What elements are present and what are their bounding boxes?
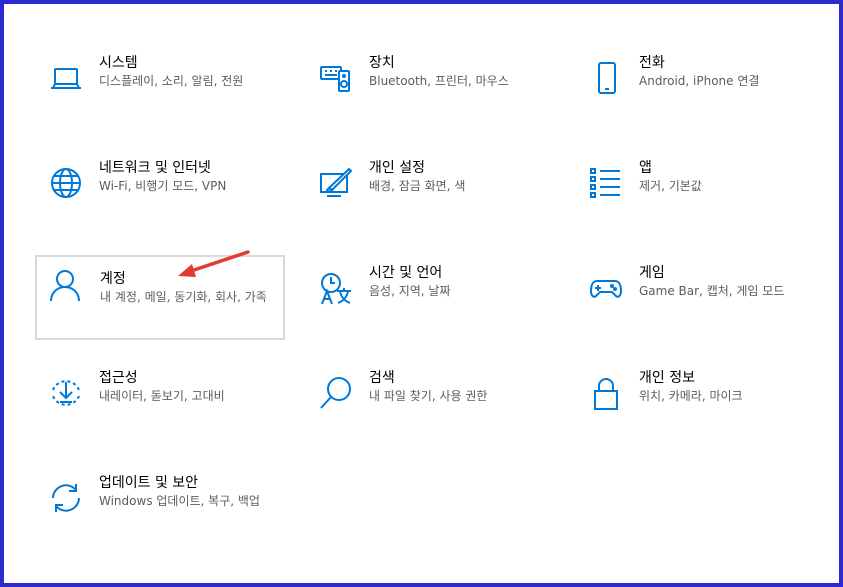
tile-devices[interactable]: 장치 Bluetooth, 프린터, 마우스 (306, 48, 556, 132)
tile-gaming[interactable]: 게임 Game Bar, 캡처, 게임 모드 (576, 258, 826, 342)
tile-description: 제거, 기본값 (639, 179, 702, 193)
annotation-arrow (178, 250, 250, 277)
tile-title: 전화 (639, 55, 665, 71)
tile-personalization[interactable]: 개인 설정 배경, 잠금 화면, 색 (306, 153, 556, 237)
tile-apps[interactable]: 앱 제거, 기본값 (576, 153, 826, 237)
tile-time-language[interactable]: 시간 및 언어 음성, 지역, 날짜 (306, 258, 556, 342)
tile-title: 개인 설정 (369, 160, 425, 176)
personalization-icon (319, 166, 353, 200)
tile-description: Game Bar, 캡처, 게임 모드 (639, 284, 785, 298)
tile-description: 내레이터, 돋보기, 고대비 (99, 389, 225, 403)
tile-network[interactable]: 네트워크 및 인터넷 Wi-Fi, 비행기 모드, VPN (36, 153, 286, 237)
apps-list-icon (589, 166, 623, 200)
person-icon (48, 268, 82, 302)
tile-update-security[interactable]: 업데이트 및 보안 Windows 업데이트, 복구, 백업 (36, 468, 286, 552)
globe-icon (49, 166, 83, 200)
tile-description: 배경, 잠금 화면, 색 (369, 179, 466, 193)
phone-icon (589, 61, 623, 95)
tile-description: 내 계정, 메일, 동기화, 회사, 가족 (100, 290, 267, 304)
search-icon (319, 376, 353, 410)
tile-description: 음성, 지역, 날짜 (369, 284, 451, 298)
tile-description: 디스플레이, 소리, 알림, 전원 (99, 74, 244, 88)
tile-description: Wi-Fi, 비행기 모드, VPN (99, 179, 227, 193)
tile-title: 접근성 (99, 370, 138, 386)
tile-title: 장치 (369, 55, 395, 71)
tile-title: 개인 정보 (639, 370, 695, 386)
tile-description: Bluetooth, 프린터, 마우스 (369, 74, 509, 88)
tile-privacy[interactable]: 개인 정보 위치, 카메라, 마이크 (576, 363, 826, 447)
tile-title: 시간 및 언어 (369, 265, 443, 281)
time-language-icon (319, 271, 353, 305)
tile-title: 앱 (639, 160, 652, 176)
lock-icon (589, 376, 623, 410)
tile-description: Android, iPhone 연결 (639, 74, 760, 88)
sync-icon (49, 481, 83, 515)
tile-description: 위치, 카메라, 마이크 (639, 389, 743, 403)
tile-search[interactable]: 검색 내 파일 찾기, 사용 권한 (306, 363, 556, 447)
tile-title: 네트워크 및 인터넷 (99, 160, 211, 176)
tile-ease-of-access[interactable]: 접근성 내레이터, 돋보기, 고대비 (36, 363, 286, 447)
tile-system[interactable]: 시스템 디스플레이, 소리, 알림, 전원 (36, 48, 286, 132)
tile-description: Windows 업데이트, 복구, 백업 (99, 494, 260, 508)
tile-description: 내 파일 찾기, 사용 권한 (369, 389, 488, 403)
tile-title: 업데이트 및 보안 (99, 475, 199, 491)
gamepad-icon (589, 271, 623, 305)
ease-of-access-icon (49, 376, 83, 410)
laptop-icon (49, 61, 83, 95)
tile-phone[interactable]: 전화 Android, iPhone 연결 (576, 48, 826, 132)
tile-title: 검색 (369, 370, 395, 386)
keyboard-speaker-icon (319, 61, 353, 95)
tile-title: 시스템 (99, 55, 138, 71)
tile-title: 게임 (639, 265, 665, 281)
